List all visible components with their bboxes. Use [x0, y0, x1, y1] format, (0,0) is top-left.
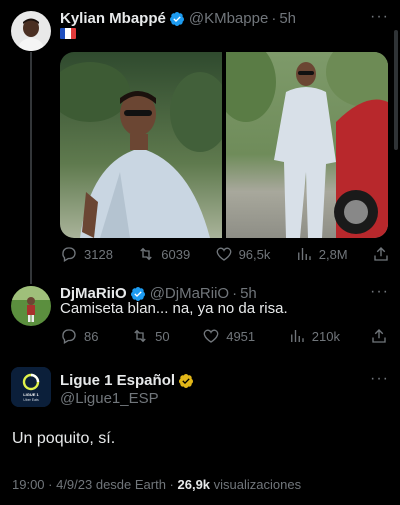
like-button[interactable]: 4951: [202, 327, 255, 345]
media-photo-2[interactable]: [216, 52, 388, 238]
retweet-icon: [140, 247, 153, 261]
view-count: 2,8M: [318, 246, 348, 262]
tweet-actions: 3128 6039 96,5k 2,8M: [60, 245, 390, 263]
views-button[interactable]: 210k: [288, 327, 340, 345]
avatar-label: LIGUE 1: [23, 392, 39, 397]
avatar[interactable]: [11, 11, 51, 51]
tweet-header: Ligue 1 Español: [60, 372, 198, 389]
heart-icon: [203, 329, 219, 343]
tweet-header: Kylian Mbappé @KMbappe · 5h: [60, 10, 296, 27]
like-count: 96,5k: [238, 246, 271, 262]
heart-icon: [216, 247, 231, 261]
display-name[interactable]: Kylian Mbappé: [60, 10, 166, 27]
tweet-text: Camiseta blan... na, ya no da risa.: [60, 300, 288, 317]
tweet-media[interactable]: [60, 52, 388, 238]
more-options-icon[interactable]: ···: [370, 370, 389, 388]
views-icon: [290, 330, 304, 342]
share-button[interactable]: [370, 327, 394, 345]
share-button[interactable]: [372, 245, 390, 263]
views-icon: [297, 248, 311, 260]
display-name[interactable]: Ligue 1 Español: [60, 372, 175, 389]
share-icon: [374, 247, 388, 261]
reply-icon: [62, 247, 76, 262]
handle[interactable]: @KMbappe: [189, 10, 268, 27]
verified-icon: [169, 11, 185, 27]
more-options-icon[interactable]: ···: [370, 283, 389, 301]
reply-button[interactable]: 86: [60, 327, 98, 345]
like-button[interactable]: 96,5k: [215, 245, 271, 263]
france-flag-icon: [60, 28, 76, 39]
avatar[interactable]: [11, 286, 51, 326]
views-label: visualizaciones: [210, 477, 302, 492]
view-count: 210k: [311, 328, 340, 344]
tweet-meta: 19:00 · 4/9/23 desde Earth · 26,9k visua…: [12, 477, 301, 492]
retweet-icon: [134, 329, 146, 343]
avatar[interactable]: LIGUE 1 Uber Eats: [11, 367, 51, 407]
main-tweet[interactable]: Kylian Mbappé @KMbappe · 5h ··· 3128 603…: [0, 0, 400, 275]
retweet-count: 50: [155, 328, 170, 344]
more-options-icon[interactable]: ···: [370, 8, 389, 26]
retweet-count: 6039: [161, 246, 191, 262]
verified-gold-icon: [178, 373, 194, 389]
tweet-text: Un poquito, sí.: [12, 430, 116, 447]
like-count: 4951: [226, 328, 256, 344]
scrollbar-thumb[interactable]: [394, 30, 398, 150]
retweet-button[interactable]: 50: [131, 327, 170, 345]
avatar-sublabel: Uber Eats: [23, 398, 39, 402]
handle[interactable]: @Ligue1_ESP: [60, 390, 159, 407]
reply-count: 86: [84, 328, 99, 344]
media-photo-1[interactable]: [60, 52, 230, 238]
share-icon: [372, 329, 386, 343]
reply-button[interactable]: 3128: [60, 245, 113, 263]
tweet-actions: 86 50 4951 210k: [60, 327, 340, 345]
timestamp[interactable]: 5h: [279, 10, 296, 27]
reply-icon: [62, 329, 76, 344]
tweet-timestamp[interactable]: 19:00 · 4/9/23 desde Earth ·: [12, 477, 178, 492]
reply-count: 3128: [84, 246, 113, 262]
views-button[interactable]: 2,8M: [295, 245, 348, 263]
separator-dot: ·: [271, 10, 277, 27]
retweet-button[interactable]: 6039: [137, 245, 190, 263]
views-total: 26,9k: [177, 477, 211, 492]
